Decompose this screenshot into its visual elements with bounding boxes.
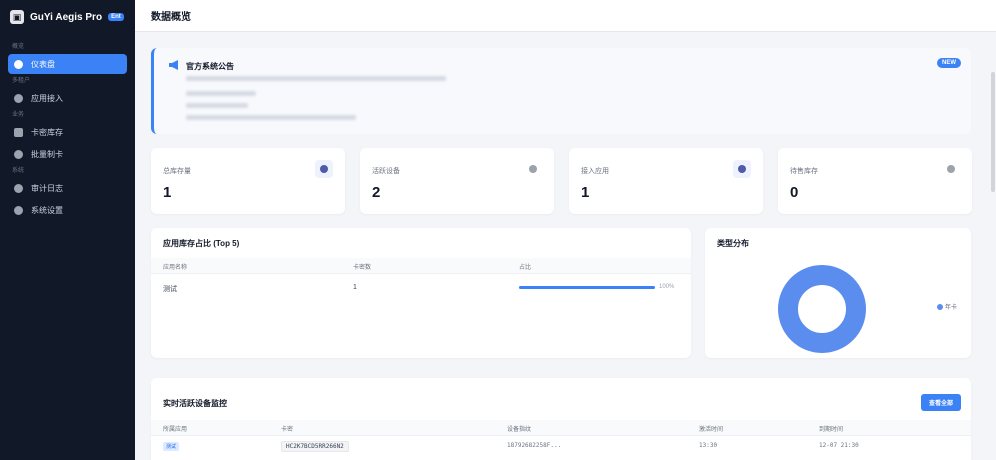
history-icon bbox=[14, 183, 23, 193]
stat-value: 0 bbox=[790, 184, 799, 201]
notice-blurred-text bbox=[186, 91, 256, 96]
count-cell: 1 bbox=[353, 284, 357, 291]
stat-card-total-inventory: 总库存量 1 bbox=[151, 148, 345, 214]
stat-card-pending-inventory: 待售库存 0 bbox=[778, 148, 972, 214]
sidebar-item-label: 应用接入 bbox=[31, 93, 63, 103]
chart-legend: 年卡 bbox=[937, 302, 957, 311]
sidebar-item-label: 卡密库存 bbox=[31, 127, 63, 137]
app-name-cell: 测试 bbox=[163, 286, 177, 293]
layers-icon bbox=[315, 160, 333, 178]
database-icon bbox=[14, 127, 23, 137]
column-header: 激活时间 bbox=[699, 427, 724, 433]
nav-section-overview: 概览 bbox=[12, 44, 25, 50]
wifi-icon bbox=[524, 160, 542, 178]
nav-section-business: 业务 bbox=[12, 112, 25, 118]
table-row[interactable]: 测试 1 100% bbox=[151, 280, 691, 302]
top-header: 数据概览 bbox=[135, 0, 996, 32]
active-devices-panel: 实时活跃设备监控 查看全部 所属应用 卡密 设备指纹 激活时间 到期时间 测试 … bbox=[151, 378, 971, 460]
system-notice: 官方系统公告 NEW bbox=[151, 48, 971, 134]
notice-blurred-text bbox=[186, 115, 356, 120]
column-header: 占比 bbox=[519, 265, 532, 271]
percent-label: 100% bbox=[659, 284, 675, 290]
card-key-cell[interactable]: HC2K7BCD5RR266N2 bbox=[281, 441, 349, 452]
dashboard-icon bbox=[14, 59, 23, 69]
stat-value: 1 bbox=[581, 184, 590, 201]
sidebar-item-label: 批量制卡 bbox=[31, 149, 63, 159]
main-content: 官方系统公告 NEW 总库存量 1 活跃设备 2 接入应用 1 待售库存 0 应… bbox=[135, 32, 996, 460]
scrollbar-thumb[interactable] bbox=[991, 72, 995, 192]
percent-bar bbox=[519, 286, 655, 289]
notice-new-badge: NEW bbox=[937, 58, 961, 68]
stat-label: 接入应用 bbox=[581, 168, 609, 175]
fingerprint-cell: 18792682258F... bbox=[507, 442, 562, 449]
apps-icon bbox=[14, 93, 23, 103]
sidebar-item-audit-log[interactable]: 审计日志 bbox=[8, 178, 127, 198]
view-all-button[interactable]: 查看全部 bbox=[920, 394, 961, 411]
inventory-table-header: 应用名称 卡密数 占比 bbox=[151, 258, 691, 274]
donut-chart bbox=[778, 265, 866, 353]
gear-icon bbox=[14, 205, 23, 215]
page-title: 数据概览 bbox=[151, 12, 191, 23]
percent-bar-fill bbox=[519, 286, 655, 289]
sidebar-item-label: 仪表盘 bbox=[31, 59, 55, 69]
sidebar-item-card-inventory[interactable]: 卡密库存 bbox=[8, 122, 127, 142]
stat-label: 总库存量 bbox=[163, 168, 191, 175]
stat-value: 2 bbox=[372, 184, 381, 201]
sidebar-item-dashboard[interactable]: 仪表盘 bbox=[8, 54, 127, 74]
column-header: 设备指纹 bbox=[507, 427, 532, 433]
sidebar-item-label: 系统设置 bbox=[31, 205, 63, 215]
inventory-title: 应用库存占比 (Top 5) bbox=[163, 239, 240, 248]
column-header: 卡密数 bbox=[353, 265, 372, 271]
stat-value: 1 bbox=[163, 184, 172, 201]
column-header: 应用名称 bbox=[163, 265, 188, 271]
add-circle-icon bbox=[14, 149, 23, 159]
brand-logo-icon: ▣ bbox=[10, 10, 24, 24]
column-header: 卡密 bbox=[281, 427, 294, 433]
stat-card-apps: 接入应用 1 bbox=[569, 148, 763, 214]
sidebar-item-settings[interactable]: 系统设置 bbox=[8, 200, 127, 220]
notice-blurred-text bbox=[186, 76, 446, 81]
devices-table-header: 所属应用 卡密 设备指纹 激活时间 到期时间 bbox=[151, 420, 971, 436]
brand-name: GuYi Aegis Pro bbox=[30, 11, 103, 23]
devices-title: 实时活跃设备监控 bbox=[163, 399, 227, 408]
expires-time-cell: 12-07 21:30 bbox=[819, 442, 859, 449]
megaphone-icon bbox=[169, 60, 178, 70]
notice-title: 官方系统公告 bbox=[186, 62, 234, 71]
donut-slice-annual[interactable] bbox=[778, 265, 866, 353]
sidebar-item-batch-create[interactable]: 批量制卡 bbox=[8, 144, 127, 164]
sidebar: ▣ GuYi Aegis Pro Ent 概览 仪表盘 多租户 应用接入 业务 … bbox=[0, 0, 135, 460]
notice-blurred-text bbox=[186, 103, 248, 108]
activated-time-cell: 13:30 bbox=[699, 442, 718, 449]
brand-badge: Ent bbox=[108, 13, 124, 21]
stat-label: 待售库存 bbox=[790, 168, 818, 175]
stat-card-active-devices: 活跃设备 2 bbox=[360, 148, 554, 214]
inventory-panel: 应用库存占比 (Top 5) 应用名称 卡密数 占比 测试 1 100% bbox=[151, 228, 691, 358]
app-chip: 测试 bbox=[163, 442, 180, 451]
main-scrollbar[interactable] bbox=[990, 32, 996, 460]
stat-label: 活跃设备 bbox=[372, 168, 400, 175]
apps-icon bbox=[733, 160, 751, 178]
nav-section-system: 系统 bbox=[12, 168, 25, 174]
legend-swatch bbox=[937, 303, 943, 310]
brand[interactable]: ▣ GuYi Aegis Pro Ent bbox=[0, 0, 135, 34]
table-row[interactable]: 测试 HC2K7BCD5RR266N2 18792682258F... 13:3… bbox=[151, 438, 971, 460]
nav-section-tenant: 多租户 bbox=[12, 78, 31, 84]
column-header: 到期时间 bbox=[819, 427, 844, 433]
column-header: 所属应用 bbox=[163, 427, 188, 433]
sidebar-item-label: 审计日志 bbox=[31, 183, 63, 193]
type-distribution-panel: 类型分布 年卡 bbox=[705, 228, 971, 358]
sidebar-item-apps[interactable]: 应用接入 bbox=[8, 88, 127, 108]
type-distribution-title: 类型分布 bbox=[717, 239, 749, 248]
legend-label: 年卡 bbox=[945, 305, 958, 311]
tag-icon bbox=[942, 160, 960, 178]
